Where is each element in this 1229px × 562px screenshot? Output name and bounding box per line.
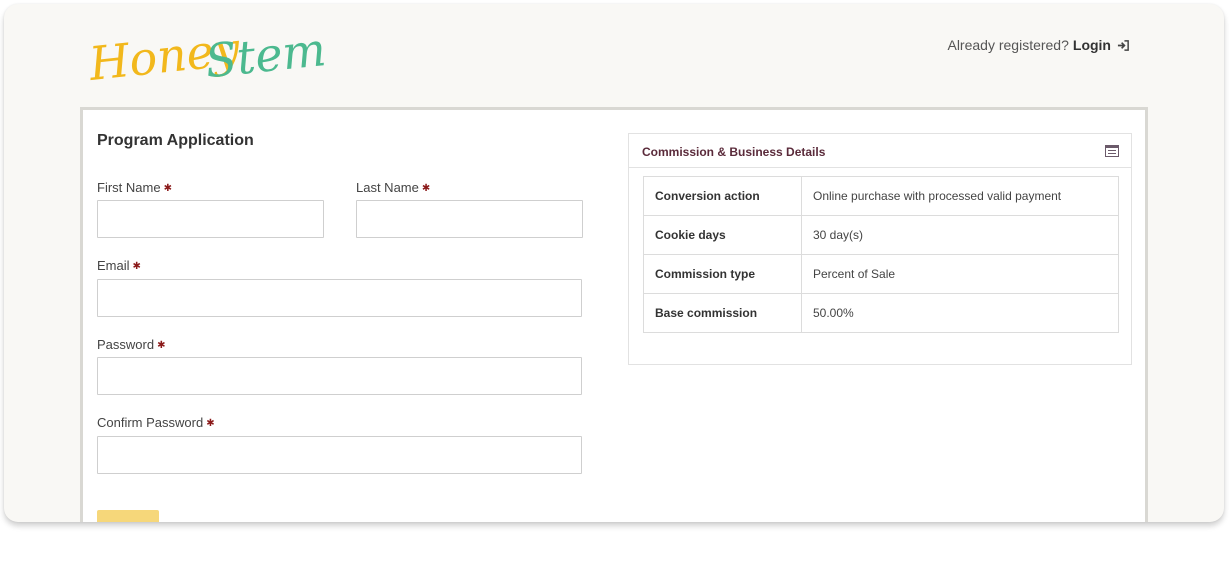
- details-header: Commission & Business Details: [629, 134, 1131, 168]
- last-name-input[interactable]: [356, 200, 583, 238]
- first-name-input[interactable]: [97, 200, 324, 238]
- list-icon[interactable]: [1105, 144, 1119, 157]
- details-title: Commission & Business Details: [642, 144, 826, 159]
- page-shell: Honey Stem Already registered? Login Pro…: [4, 4, 1224, 522]
- confirm-password-label-text: Confirm Password: [97, 415, 204, 430]
- table-row: Cookie days 30 day(s): [643, 215, 1119, 255]
- row-key: Cookie days: [643, 215, 802, 255]
- email-label: Email ✱: [97, 258, 141, 273]
- apply-button[interactable]: Apply: [97, 510, 159, 522]
- row-key: Commission type: [643, 254, 802, 294]
- row-value: 50.00%: [801, 293, 1119, 333]
- last-name-label: Last Name ✱: [356, 180, 430, 195]
- required-icon: ✱: [206, 418, 215, 429]
- first-name-label-text: First Name: [97, 180, 161, 195]
- last-name-label-text: Last Name: [356, 180, 419, 195]
- sign-in-icon[interactable]: [1117, 39, 1130, 52]
- table-row: Base commission 50.00%: [643, 293, 1119, 333]
- email-input[interactable]: [97, 279, 582, 317]
- email-label-text: Email: [97, 258, 130, 273]
- commission-details-panel: Commission & Business Details Conversion…: [628, 133, 1132, 365]
- table-row: Conversion action Online purchase with p…: [643, 176, 1119, 216]
- password-input[interactable]: [97, 357, 582, 395]
- row-value: Percent of Sale: [801, 254, 1119, 294]
- login-link[interactable]: Login: [1073, 37, 1111, 53]
- password-label: Password ✱: [97, 337, 165, 352]
- confirm-password-label: Confirm Password ✱: [97, 415, 215, 430]
- row-key: Base commission: [643, 293, 802, 333]
- row-value: Online purchase with processed valid pay…: [801, 176, 1119, 216]
- details-table: Conversion action Online purchase with p…: [643, 176, 1119, 333]
- login-prompt-text: Already registered?: [947, 37, 1069, 53]
- form-title: Program Application: [97, 132, 254, 149]
- row-key: Conversion action: [643, 176, 802, 216]
- application-card: Program Application First Name ✱ Last Nam…: [80, 107, 1148, 522]
- row-value: 30 day(s): [801, 215, 1119, 255]
- required-icon: ✱: [132, 261, 141, 272]
- password-label-text: Password: [97, 337, 155, 352]
- honeystem-logo[interactable]: Honey Stem: [88, 16, 328, 98]
- required-icon: ✱: [421, 183, 431, 194]
- logo-text-stem: Stem: [203, 22, 328, 88]
- required-icon: ✱: [157, 340, 166, 351]
- required-icon: ✱: [163, 183, 172, 194]
- table-row: Commission type Percent of Sale: [643, 254, 1119, 294]
- confirm-password-input[interactable]: [97, 436, 582, 474]
- first-name-label: First Name ✱: [97, 180, 172, 195]
- login-prompt: Already registered? Login: [947, 37, 1130, 53]
